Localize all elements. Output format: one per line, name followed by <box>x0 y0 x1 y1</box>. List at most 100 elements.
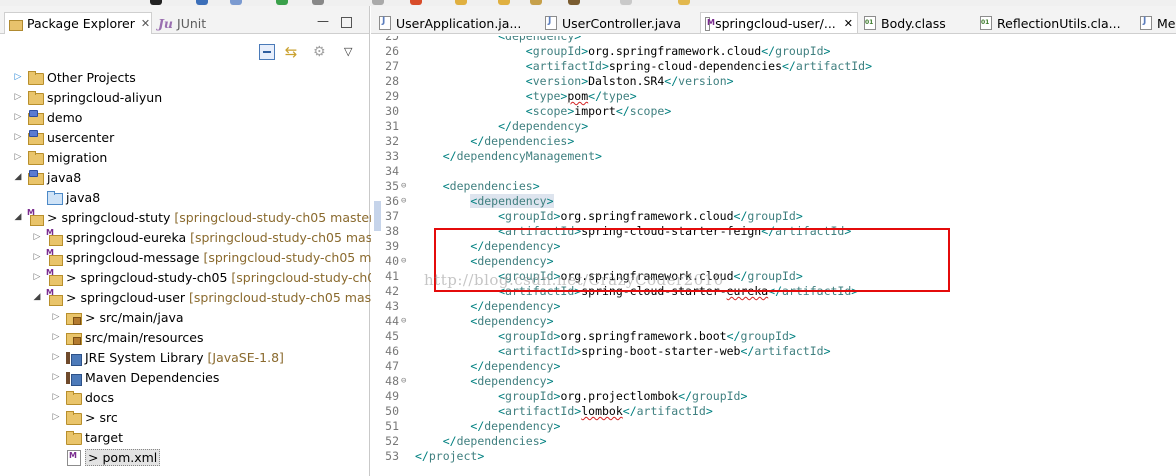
toolbar-icon[interactable] <box>230 0 242 5</box>
editor-tab[interactable]: UserApplication.ja... <box>375 12 535 33</box>
toolbar-icon[interactable] <box>276 0 288 5</box>
collapsed-arrow-icon[interactable]: ▷ <box>50 392 62 402</box>
code-line[interactable]: 29 <type>pom</type> <box>371 89 1176 104</box>
toolbar-icon[interactable] <box>455 0 467 5</box>
tree-item[interactable]: ▷ > src/main/java <box>0 307 370 327</box>
code-line[interactable]: 47 </dependency> <box>371 359 1176 374</box>
collapsed-arrow-icon[interactable]: ▷ <box>50 312 62 322</box>
tree-item[interactable]: ◢ >springcloud-user [springcloud-study-ch… <box>0 287 384 307</box>
code-line[interactable]: 43 </dependency> <box>371 299 1176 314</box>
expanded-arrow-icon[interactable]: ◢ <box>31 292 43 302</box>
code-line[interactable]: 44 ⊖ <dependency> <box>371 314 1176 329</box>
code-line[interactable]: 30 <scope>import</scope> <box>371 104 1176 119</box>
code-line[interactable]: 39 </dependency> <box>371 239 1176 254</box>
code-line[interactable]: 26 <groupId>org.springframework.cloud</g… <box>371 44 1176 59</box>
tab-package-explorer[interactable]: Package Explorer ✕ <box>4 12 152 34</box>
toolbar-icon[interactable] <box>312 0 324 5</box>
toolbar-icon[interactable] <box>196 0 208 5</box>
collapsed-arrow-icon[interactable]: ▷ <box>12 72 24 82</box>
bracket-token: > <box>795 269 803 283</box>
tree-item[interactable]: ▷ > src <box>0 407 370 427</box>
minimize-icon[interactable]: — <box>317 14 329 28</box>
tree-item[interactable]: ▷ Other Projects <box>0 67 370 87</box>
tree-item[interactable]: ▷ migration <box>0 147 370 167</box>
editor-tab[interactable]: ReflectionUtils.cla... <box>976 12 1130 33</box>
tab-junit[interactable]: Ju JUnit <box>158 12 206 34</box>
code-line[interactable]: 46 <artifactId>spring-boot-starter-web</… <box>371 344 1176 359</box>
toolbar-icon[interactable] <box>410 0 422 5</box>
maximize-icon[interactable] <box>341 17 352 28</box>
tree-item[interactable]: ▷ springcloud-eureka [springcloud-study-c… <box>0 227 385 247</box>
expanded-arrow-icon[interactable]: ◢ <box>12 212 24 222</box>
tree-item[interactable]: ◢ java8 <box>0 167 370 187</box>
code-line[interactable]: 53 </project> <box>371 449 1176 464</box>
tree-item[interactable]: ▷ src/main/resources <box>0 327 370 347</box>
toolbar-icon[interactable] <box>498 0 510 5</box>
tree-item[interactable]: java8 <box>0 187 370 207</box>
collapsed-arrow-icon[interactable]: ▷ <box>12 112 24 122</box>
toolbar-icon[interactable] <box>568 0 580 5</box>
collapsed-arrow-icon[interactable]: ▷ <box>50 372 62 382</box>
code-line[interactable]: 28 <version>Dalston.SR4</version> <box>371 74 1176 89</box>
collapsed-arrow-icon[interactable]: ▷ <box>50 412 62 422</box>
editor-tab[interactable]: springcloud-user/... ✕ <box>700 12 858 33</box>
close-icon[interactable]: ✕ <box>844 17 853 30</box>
tree-item[interactable]: target <box>0 427 370 447</box>
editor-tab[interactable]: Body.class <box>860 12 972 33</box>
code-line[interactable]: 35 ⊖ <dependencies> <box>371 179 1176 194</box>
code-line[interactable]: 52 </dependencies> <box>371 434 1176 449</box>
fold-toggle-icon[interactable]: ⊖ <box>401 374 406 389</box>
code-line[interactable]: 27 <artifactId>spring-cloud-dependencies… <box>371 59 1176 74</box>
tree-item[interactable]: ▷ springcloud-message [springcloud-study-… <box>0 247 386 267</box>
close-icon[interactable]: ✕ <box>141 17 150 30</box>
code-line[interactable]: 25 <dependency> <box>371 36 1176 44</box>
code-line[interactable]: 50 <artifactId>lombok</artifactId> <box>371 404 1176 419</box>
collapsed-arrow-icon[interactable]: ▷ <box>12 132 24 142</box>
code-line[interactable]: 48 ⊖ <dependency> <box>371 374 1176 389</box>
toolbar-icon[interactable] <box>530 0 542 5</box>
code-line[interactable]: 31 </dependency> <box>371 119 1176 134</box>
code-line[interactable]: 32 </dependencies> <box>371 134 1176 149</box>
fold-toggle-icon[interactable]: ⊖ <box>401 194 406 209</box>
code-line[interactable]: 33 </dependencyManagement> <box>371 149 1176 164</box>
expanded-arrow-icon[interactable]: ◢ <box>12 172 24 182</box>
fold-toggle-icon[interactable]: ⊖ <box>401 314 406 329</box>
tree-item[interactable]: ▷ springcloud-aliyun <box>0 87 370 107</box>
fold-toggle-icon[interactable]: ⊖ <box>401 179 406 194</box>
toolbar-icon[interactable] <box>678 0 690 5</box>
tree-item[interactable]: ▷ docs <box>0 387 370 407</box>
tree-item[interactable]: ◢ >springcloud-stuty [springcloud-study-c… <box>0 207 379 227</box>
code-line[interactable]: 45 <groupId>org.springframework.boot</gr… <box>371 329 1176 344</box>
code-editor[interactable]: 25 <dependency> 26 <groupId>org.springfra… <box>371 36 1176 476</box>
collapsed-arrow-icon[interactable]: ▷ <box>31 232 43 242</box>
code-line[interactable]: 37 <groupId>org.springframework.cloud</g… <box>371 209 1176 224</box>
collapsed-arrow-icon[interactable]: ▷ <box>50 352 62 362</box>
collapsed-arrow-icon[interactable]: ▷ <box>12 152 24 162</box>
toolbar-icon[interactable] <box>620 0 632 5</box>
collapsed-arrow-icon[interactable]: ▷ <box>31 252 43 262</box>
collapsed-arrow-icon[interactable]: ▷ <box>50 332 62 342</box>
code-line[interactable]: 40 ⊖ <dependency> <box>371 254 1176 269</box>
collapse-all-icon[interactable] <box>259 44 275 60</box>
tree-item[interactable]: ▷ >springcloud-study-ch05 [springcloud-st… <box>0 267 383 287</box>
code-line[interactable]: 36 ⊖ <dependency> <box>371 194 1176 209</box>
tree-item[interactable]: >pom.xml <box>0 447 370 467</box>
tree-item[interactable]: ▷ JRE System Library [JavaSE-1.8] <box>0 347 370 367</box>
code-line[interactable]: 51 </dependency> <box>371 419 1176 434</box>
focus-icon[interactable]: ⚙ <box>313 44 329 60</box>
view-menu-chevron-icon[interactable]: ▽ <box>344 44 360 60</box>
editor-tab[interactable]: UserController.java <box>541 12 695 33</box>
collapsed-arrow-icon[interactable]: ▷ <box>12 92 24 102</box>
tree-item[interactable]: ▷ Maven Dependencies <box>0 367 370 387</box>
collapsed-arrow-icon[interactable]: ▷ <box>31 272 43 282</box>
toolbar-icon[interactable] <box>372 0 384 5</box>
editor-tab[interactable]: Me <box>1136 12 1176 33</box>
code-line[interactable]: 38 <artifactId>spring-cloud-starter-feig… <box>371 224 1176 239</box>
tree-item[interactable]: ▷ demo <box>0 107 370 127</box>
toolbar-icon[interactable] <box>150 0 162 5</box>
link-with-editor-icon[interactable]: ⇆ <box>283 44 299 60</box>
code-line[interactable]: 49 <groupId>org.projectlombok</groupId> <box>371 389 1176 404</box>
code-line[interactable]: 34 <box>371 164 1176 179</box>
tree-item[interactable]: ▷ usercenter <box>0 127 370 147</box>
fold-toggle-icon[interactable]: ⊖ <box>401 254 406 269</box>
